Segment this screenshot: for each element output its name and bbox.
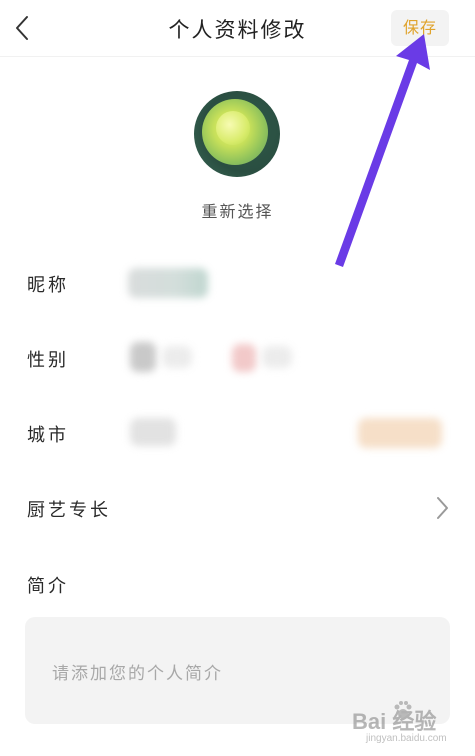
- city-label: 城市: [27, 425, 69, 446]
- nickname-label: 昵称: [27, 275, 69, 296]
- save-button[interactable]: 保存: [391, 10, 449, 46]
- avatar[interactable]: [194, 91, 280, 177]
- chevron-right-icon: [437, 497, 448, 519]
- nickname-field-blurred[interactable]: [128, 268, 208, 298]
- cooking-expertise-chevron[interactable]: [432, 494, 452, 522]
- gender-option-female-blurred[interactable]: [232, 344, 256, 372]
- profile-edit-page: 个人资料修改 保存 重新选择 昵称 性别 城市 厨艺专长 简介 请添加您的个人简…: [0, 0, 475, 756]
- gender-option-male-text-blurred: [162, 346, 192, 368]
- intro-placeholder: 请添加您的个人简介: [52, 664, 223, 684]
- reselect-avatar-button[interactable]: 重新选择: [0, 198, 475, 222]
- gender-option-male-blurred[interactable]: [130, 342, 156, 372]
- watermark-main: Bai 经验: [352, 709, 437, 734]
- cooking-expertise-label: 厨艺专长: [27, 500, 111, 521]
- watermark-sub: jingyan.baidu.com: [366, 733, 447, 744]
- baidu-watermark: Bai 经验 jingyan.baidu.com: [352, 700, 472, 752]
- intro-label: 简介: [27, 576, 69, 597]
- gender-option-female-text-blurred: [262, 346, 292, 368]
- city-value-blurred: [130, 418, 176, 446]
- gender-label: 性别: [27, 350, 69, 371]
- locate-city-button-blurred[interactable]: [358, 418, 442, 448]
- avatar-core: [216, 111, 250, 145]
- top-nav-bar: 个人资料修改 保存: [0, 0, 475, 57]
